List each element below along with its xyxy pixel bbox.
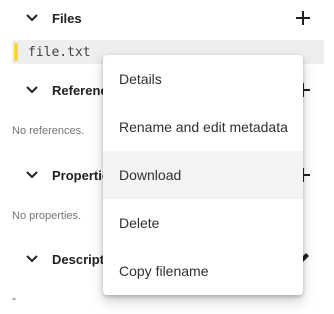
file-name: file.txt: [28, 44, 91, 60]
chevron-down-icon[interactable]: [22, 249, 42, 269]
menu-item-delete[interactable]: Delete: [103, 199, 303, 247]
file-context-menu: Details Rename and edit metadata Downloa…: [103, 55, 303, 295]
files-section-title: Files: [52, 10, 82, 26]
menu-item-rename[interactable]: Rename and edit metadata: [103, 103, 303, 151]
description-value: -: [12, 291, 16, 305]
chevron-down-icon[interactable]: [22, 165, 42, 185]
references-empty-note: No references.: [12, 125, 85, 137]
file-color-marker: [14, 43, 18, 61]
menu-item-download[interactable]: Download: [103, 151, 303, 199]
chevron-down-icon[interactable]: [22, 8, 42, 28]
files-section-header[interactable]: Files: [0, 2, 334, 34]
properties-empty-note: No properties.: [12, 210, 82, 222]
menu-item-details[interactable]: Details: [103, 55, 303, 103]
add-file-icon[interactable]: [292, 7, 314, 29]
chevron-down-icon[interactable]: [22, 80, 42, 100]
file-panel: Files file.txt References No references.…: [0, 0, 334, 314]
menu-item-copy-filename[interactable]: Copy filename: [103, 247, 303, 295]
